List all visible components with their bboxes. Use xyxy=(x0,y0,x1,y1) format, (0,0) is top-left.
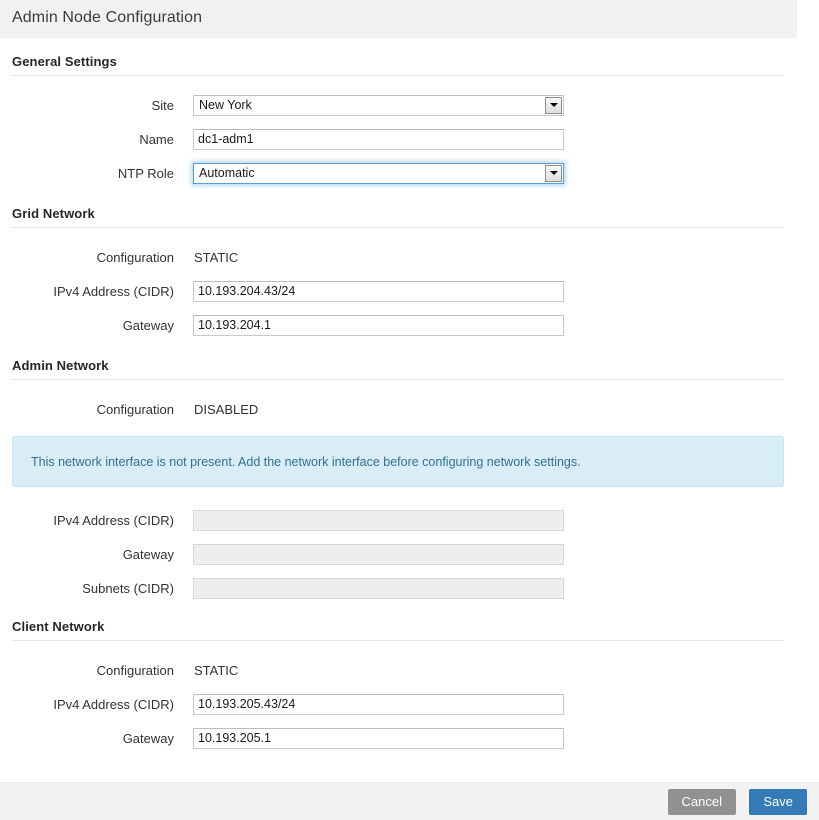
field-row-admin-configuration: Configuration DISABLED xyxy=(0,392,819,426)
site-select-wrap: New York xyxy=(193,95,564,116)
name-input-wrap xyxy=(193,129,564,150)
admin-gateway-input xyxy=(193,544,564,565)
section-client-network: Client Network Configuration STATIC IPv4… xyxy=(0,619,819,755)
window-titlebar: Admin Node Configuration xyxy=(0,0,797,38)
section-heading-grid-network: Grid Network xyxy=(12,206,784,228)
admin-subnets-input-wrap xyxy=(193,578,564,599)
field-row-client-ipv4: IPv4 Address (CIDR) xyxy=(0,687,819,721)
label-site: Site xyxy=(0,98,193,113)
label-client-ipv4: IPv4 Address (CIDR) xyxy=(0,697,193,712)
label-name: Name xyxy=(0,132,193,147)
ntp-role-select[interactable]: Automatic xyxy=(193,163,564,184)
form-content: General Settings Site New York xyxy=(0,38,819,755)
client-gateway-input-wrap xyxy=(193,728,564,749)
site-select-value: New York xyxy=(194,98,252,112)
label-admin-subnets: Subnets (CIDR) xyxy=(0,581,193,596)
client-ipv4-input[interactable] xyxy=(193,694,564,715)
label-grid-configuration: Configuration xyxy=(0,250,193,265)
site-select[interactable]: New York xyxy=(193,95,564,116)
label-admin-ipv4: IPv4 Address (CIDR) xyxy=(0,513,193,528)
field-row-grid-ipv4: IPv4 Address (CIDR) xyxy=(0,274,819,308)
section-heading-client-network: Client Network xyxy=(12,619,784,641)
admin-network-info-banner-text: This network interface is not present. A… xyxy=(13,455,581,469)
grid-gateway-input[interactable] xyxy=(193,315,564,336)
section-grid-network: Grid Network Configuration STATIC IPv4 A… xyxy=(0,206,819,342)
field-row-name: Name xyxy=(0,122,819,156)
ntp-role-select-value: Automatic xyxy=(194,166,255,180)
cancel-button[interactable]: Cancel xyxy=(668,789,736,815)
page-title: Admin Node Configuration xyxy=(12,9,202,27)
admin-node-configuration-page: Admin Node Configuration General Setting… xyxy=(0,0,819,820)
admin-network-info-banner: This network interface is not present. A… xyxy=(12,436,784,487)
chevron-down-icon xyxy=(550,103,558,107)
field-row-admin-gateway: Gateway xyxy=(0,537,819,571)
grid-ipv4-input[interactable] xyxy=(193,281,564,302)
client-gateway-input[interactable] xyxy=(193,728,564,749)
ntp-role-select-dropdown-button[interactable] xyxy=(545,165,562,182)
form-footer: Cancel Save xyxy=(0,782,819,820)
label-grid-ipv4: IPv4 Address (CIDR) xyxy=(0,284,193,299)
admin-subnets-input xyxy=(193,578,564,599)
value-admin-configuration: DISABLED xyxy=(193,402,258,417)
section-general-settings: General Settings Site New York xyxy=(0,54,819,190)
site-select-dropdown-button[interactable] xyxy=(545,97,562,114)
name-input[interactable] xyxy=(193,129,564,150)
field-row-grid-configuration: Configuration STATIC xyxy=(0,240,819,274)
admin-ipv4-input-wrap xyxy=(193,510,564,531)
label-client-configuration: Configuration xyxy=(0,663,193,678)
field-row-admin-subnets: Subnets (CIDR) xyxy=(0,571,819,605)
client-ipv4-input-wrap xyxy=(193,694,564,715)
admin-ipv4-input xyxy=(193,510,564,531)
grid-gateway-input-wrap xyxy=(193,315,564,336)
value-client-configuration: STATIC xyxy=(193,663,238,678)
field-row-client-gateway: Gateway xyxy=(0,721,819,755)
field-row-ntp-role: NTP Role Automatic xyxy=(0,156,819,190)
admin-gateway-input-wrap xyxy=(193,544,564,565)
field-row-grid-gateway: Gateway xyxy=(0,308,819,342)
label-admin-configuration: Configuration xyxy=(0,402,193,417)
field-row-client-configuration: Configuration STATIC xyxy=(0,653,819,687)
label-admin-gateway: Gateway xyxy=(0,547,193,562)
field-row-admin-ipv4: IPv4 Address (CIDR) xyxy=(0,503,819,537)
section-admin-network: Admin Network Configuration DISABLED Thi… xyxy=(0,358,819,605)
save-button[interactable]: Save xyxy=(749,789,807,815)
label-grid-gateway: Gateway xyxy=(0,318,193,333)
grid-ipv4-input-wrap xyxy=(193,281,564,302)
section-heading-general-settings: General Settings xyxy=(12,54,784,76)
chevron-down-icon xyxy=(550,171,558,175)
value-grid-configuration: STATIC xyxy=(193,250,238,265)
ntp-role-select-wrap: Automatic xyxy=(193,163,564,184)
section-heading-admin-network: Admin Network xyxy=(12,358,784,380)
label-ntp-role: NTP Role xyxy=(0,166,193,181)
field-row-site: Site New York xyxy=(0,88,819,122)
label-client-gateway: Gateway xyxy=(0,731,193,746)
